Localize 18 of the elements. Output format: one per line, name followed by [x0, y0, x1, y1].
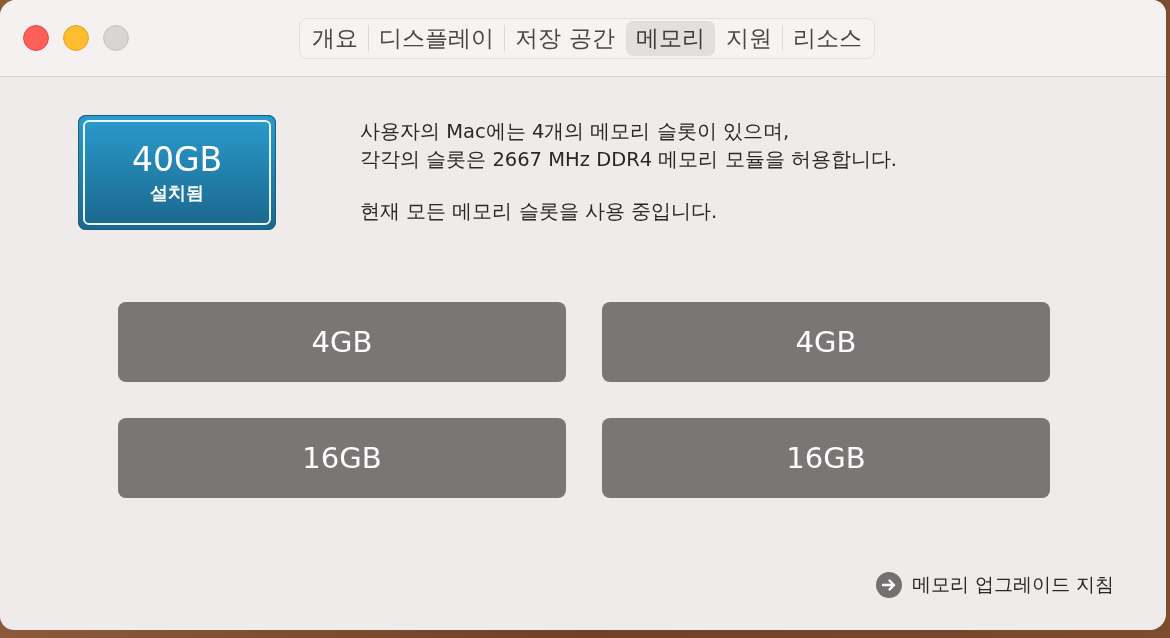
tab[interactable]: 메모리 [625, 20, 715, 56]
description-text: 사용자의 Mac에는 4개의 메모리 슬롯이 있으며, 각각의 슬롯은 2667 MHz DDR4 메모리 모듈을 허용합니다. [360, 119, 897, 173]
memory-slot: 16GB [118, 418, 566, 498]
memory-slot: 16GB [602, 418, 1050, 498]
tab[interactable]: 지원 [715, 20, 782, 56]
memory-amount: 40GB [131, 140, 223, 179]
description-text: 현재 모든 메모리 슬롯을 사용 중입니다. [360, 199, 719, 225]
tab[interactable]: 디스플레이 [369, 20, 505, 56]
close-icon[interactable] [23, 25, 49, 51]
tab[interactable]: 저장 공간 [505, 20, 625, 56]
tab[interactable]: 개요 [302, 20, 369, 56]
memory-slot: 4GB [602, 302, 1050, 382]
memory-caption: 설치됨 [150, 180, 204, 205]
minimize-icon[interactable] [63, 25, 89, 51]
upgrade-instructions-link[interactable]: 메모리 업그레이드 지침 [875, 572, 1114, 598]
memory-slot: 4GB [118, 302, 566, 382]
arrow-right-icon [875, 572, 902, 598]
tab[interactable]: 리소스 [782, 20, 872, 56]
